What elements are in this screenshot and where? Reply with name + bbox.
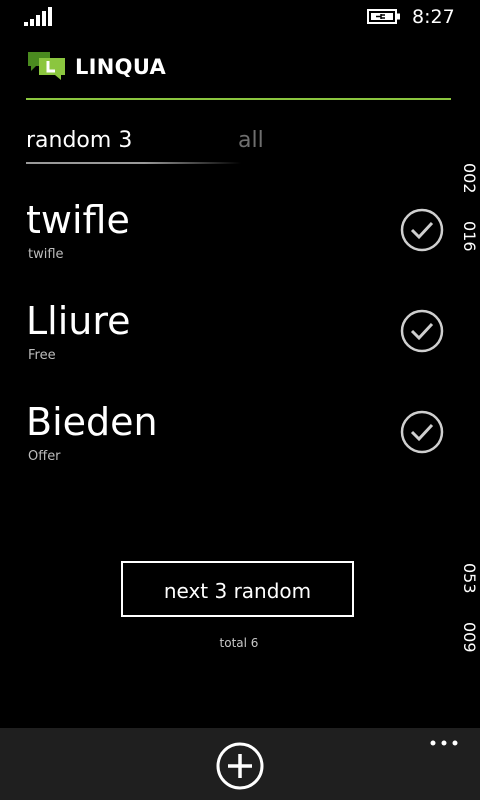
- linqua-logo-icon: [28, 52, 65, 80]
- side-number: 002: [460, 163, 479, 194]
- app-title: LINQUA: [75, 55, 167, 79]
- header-divider: [26, 98, 451, 100]
- more-dots-icon[interactable]: [430, 740, 458, 746]
- side-number: 009: [460, 622, 479, 653]
- checkmark-circle-icon[interactable]: [400, 410, 444, 454]
- word-term: twifle: [26, 198, 130, 242]
- signal-bars-icon: [24, 7, 52, 26]
- word-translation: twifle: [28, 247, 64, 262]
- word-term: Lliure: [26, 299, 131, 343]
- active-tab-indicator: [26, 162, 241, 164]
- word-list-item: Lliure Free: [0, 299, 470, 389]
- checkmark-circle-icon[interactable]: [400, 208, 444, 252]
- word-translation: Offer: [28, 449, 61, 464]
- side-number: 053: [460, 563, 479, 594]
- word-term: Bieden: [26, 400, 158, 444]
- status-time: 8:27: [412, 6, 455, 28]
- total-count: total 6: [219, 636, 259, 650]
- app-bar: [0, 728, 480, 800]
- side-number: 016: [460, 221, 479, 252]
- checkmark-circle-icon[interactable]: [400, 309, 444, 353]
- add-circle-icon[interactable]: [215, 741, 265, 791]
- tab-random-3[interactable]: random 3: [26, 127, 132, 155]
- battery-charging-icon: [367, 9, 400, 24]
- tab-all[interactable]: all: [238, 127, 264, 155]
- word-translation: Free: [28, 348, 56, 363]
- status-bar: 8:27: [0, 0, 480, 32]
- next-random-button[interactable]: next 3 random: [121, 561, 354, 617]
- word-list-item: Bieden Offer: [0, 400, 470, 490]
- word-list-item: twifle twifle: [0, 198, 470, 288]
